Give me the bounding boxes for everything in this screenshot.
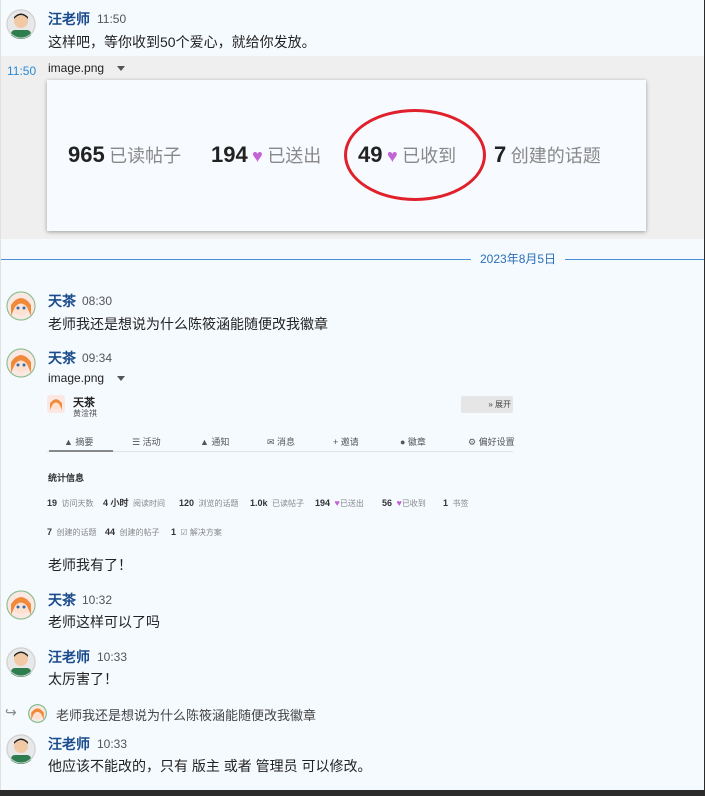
profile-subtitle: 黄淦祺 (73, 409, 97, 418)
message-text: 老师这样可以了吗 (48, 614, 160, 630)
message-text: 这样吧，等你收到50个爱心，就给你发放。 (48, 34, 316, 50)
red-circle-annotation (344, 109, 486, 201)
reply-arrow-icon: ↪ (5, 704, 17, 720)
profile-image[interactable]: 天茶 黄淦祺 » 展开 ▲ 摘要 ☰ 活动 ▲ 通知 ✉ 消息 + 邀请 ● 徽… (47, 393, 515, 538)
attachment-filename[interactable]: image.png (48, 371, 104, 385)
stats-image[interactable]: 965 已读帖子 194 ♥ 已送出 49 ♥ 已收到 7 创建的话题 (47, 80, 646, 231)
message-time[interactable]: 08:30 (82, 293, 112, 309)
tab-divider (47, 451, 513, 452)
tab-summary[interactable]: ▲ 摘要 (64, 435, 93, 448)
expand-button[interactable]: » 展开 (461, 396, 513, 413)
stat-read-posts: 965 已读帖子 (68, 142, 182, 167)
avatar-wang[interactable] (6, 9, 36, 39)
tab-badges[interactable]: ● 徽章 (400, 435, 426, 448)
message-text: 他应该不能改的，只有 版主 或者 管理员 可以修改。 (48, 758, 372, 774)
tab-messages[interactable]: ✉ 消息 (267, 435, 295, 448)
chevron-down-icon[interactable] (117, 376, 125, 381)
stat-created-topics: 7 创建的话题 (494, 142, 601, 167)
attachment-filename[interactable]: image.png (48, 61, 104, 75)
date-separator: 2023年8月5日 (471, 250, 566, 268)
sender-name[interactable]: 天茶 (48, 350, 76, 366)
tab-active-indicator (49, 450, 113, 452)
sender-name[interactable]: 汪老师 (48, 11, 90, 27)
stat-sent: 194 ♥ 已送出 (211, 142, 322, 167)
message-time[interactable]: 10:33 (97, 736, 127, 752)
message-text: 老师我还是想说为什么陈筱涵能随便改我徽章 (48, 316, 328, 332)
chevron-down-icon[interactable] (117, 66, 125, 71)
avatar-wang[interactable] (6, 647, 36, 677)
stats-row-2: 7 创建的话题 44 创建的帖子 1 ☑ 解决方案 (47, 527, 222, 537)
avatar-tiancha[interactable] (6, 291, 36, 321)
message-time[interactable]: 11:50 (97, 11, 126, 27)
message-image-highlighted: 11:50 image.png 965 已读帖子 194 ♥ 已送出 49 ♥ … (1, 56, 704, 239)
sender-name[interactable]: 汪老师 (48, 649, 90, 665)
reply-quote-text: 老师我还是想说为什么陈筱涵能随便改我徽章 (56, 708, 317, 723)
sender-name[interactable]: 天茶 (48, 293, 76, 309)
date-separator-line (1, 259, 704, 260)
profile-avatar (47, 395, 65, 413)
message-text: 老师我有了！ (48, 557, 132, 573)
avatar-wang[interactable] (6, 734, 36, 764)
message-time[interactable]: 10:33 (97, 649, 127, 665)
avatar-tiancha-small (28, 704, 47, 723)
tab-invites[interactable]: + 邀请 (333, 435, 359, 448)
heart-icon: ♥ (252, 146, 263, 166)
message-text: 太厉害了！ (48, 671, 118, 687)
message-time[interactable]: 10:32 (82, 592, 112, 608)
stats-row-1: 19 访问天数 4 小时 阅读时间 120 浏览的话题 1.0k 已读帖子 19… (47, 498, 469, 508)
stats-section-title: 统计信息 (48, 473, 85, 483)
tab-notifications[interactable]: ▲ 通知 (200, 435, 229, 448)
tab-preferences[interactable]: ⚙ 偏好设置 (468, 435, 515, 448)
sender-name[interactable]: 天茶 (48, 592, 76, 608)
avatar-tiancha[interactable] (6, 590, 36, 620)
message-time[interactable]: 09:34 (82, 350, 112, 366)
bottom-bar (0, 790, 705, 796)
message-time[interactable]: 11:50 (7, 64, 36, 78)
avatar-tiancha[interactable] (6, 348, 36, 378)
reply-quote[interactable]: ↪ 老师我还是想说为什么陈筱涵能随便改我徽章 (1, 703, 704, 723)
profile-tabs: ▲ 摘要 ☰ 活动 ▲ 通知 ✉ 消息 + 邀请 ● 徽章 ⚙ 偏好设置 (47, 428, 515, 452)
tab-activity[interactable]: ☰ 活动 (132, 435, 161, 448)
chat-window: 汪老师 11:50 这样吧，等你收到50个爱心，就给你发放。 11:50 ima… (0, 0, 705, 790)
sender-name[interactable]: 汪老师 (48, 736, 90, 752)
